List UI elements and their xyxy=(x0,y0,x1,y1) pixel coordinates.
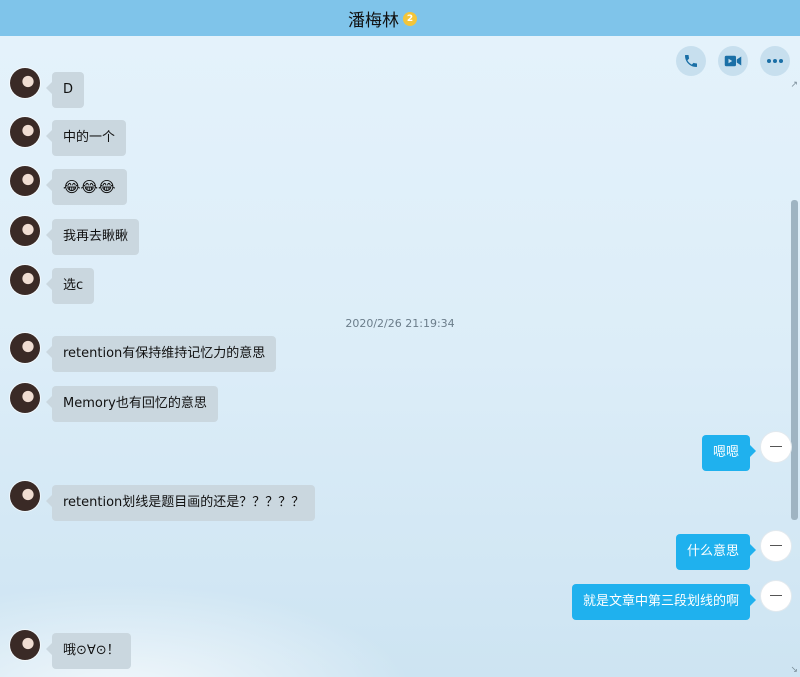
contact-avatar[interactable] xyxy=(10,68,40,98)
my-avatar[interactable] xyxy=(761,432,791,462)
title-bar: 潘梅林 2 xyxy=(0,0,800,36)
contact-avatar[interactable] xyxy=(10,333,40,363)
message-bubble-incoming[interactable]: 哦⊙∀⊙！ xyxy=(46,633,131,669)
chat-toolbar xyxy=(676,46,790,76)
message-bubble-incoming[interactable]: retention划线是题目画的还是？？？？？ xyxy=(45,485,316,521)
phone-icon xyxy=(685,55,697,67)
resize-corner-icon: ↘ xyxy=(790,665,798,675)
voice-call-button[interactable] xyxy=(676,46,706,76)
message-bubble-incoming[interactable]: 中的一个 xyxy=(45,120,127,156)
message-bubble-outgoing[interactable]: 嗯嗯 xyxy=(701,435,757,471)
contact-name: 潘梅林 xyxy=(348,11,399,31)
message-timestamp: 2020/2/26 21:19:34 xyxy=(345,317,455,330)
contact-avatar[interactable] xyxy=(10,117,40,147)
contact-avatar[interactable] xyxy=(10,166,40,196)
message-bubble-incoming[interactable]: 选c xyxy=(45,268,95,304)
message-bubble-incoming[interactable]: 我再去瞅瞅 xyxy=(45,219,140,255)
contact-avatar[interactable] xyxy=(10,481,40,511)
message-bubble-incoming[interactable]: Memory也有回忆的意思 xyxy=(46,386,218,422)
message-bubble-incoming[interactable]: 😂😂😂 xyxy=(46,169,127,205)
resize-corner-icon: ↗ xyxy=(790,80,798,90)
my-avatar[interactable] xyxy=(761,581,791,611)
chat-area[interactable]: ↗ ↘ D 中的一个 😂😂😂 我再去瞅瞅 选c 2020/2/26 21:19:… xyxy=(0,36,800,677)
message-bubble-incoming[interactable]: retention有保持维持记忆力的意思 xyxy=(45,336,277,372)
scrollbar-thumb[interactable] xyxy=(791,200,798,520)
my-avatar[interactable] xyxy=(761,531,791,561)
vip-badge-icon: 2 xyxy=(403,11,417,26)
message-bubble-outgoing[interactable]: 就是文章中第三段划线的啊 xyxy=(571,584,757,620)
contact-avatar[interactable] xyxy=(10,265,40,295)
video-call-button[interactable] xyxy=(718,46,748,76)
contact-avatar[interactable] xyxy=(10,383,40,413)
contact-title: 潘梅林 2 xyxy=(348,6,417,31)
contact-avatar[interactable] xyxy=(10,216,40,246)
message-bubble-incoming[interactable]: D xyxy=(45,72,85,108)
message-bubble-outgoing[interactable]: 什么意思 xyxy=(675,534,757,570)
video-icon xyxy=(724,55,742,67)
more-button[interactable] xyxy=(760,46,790,76)
contact-avatar[interactable] xyxy=(10,630,40,660)
more-icon xyxy=(767,59,783,63)
